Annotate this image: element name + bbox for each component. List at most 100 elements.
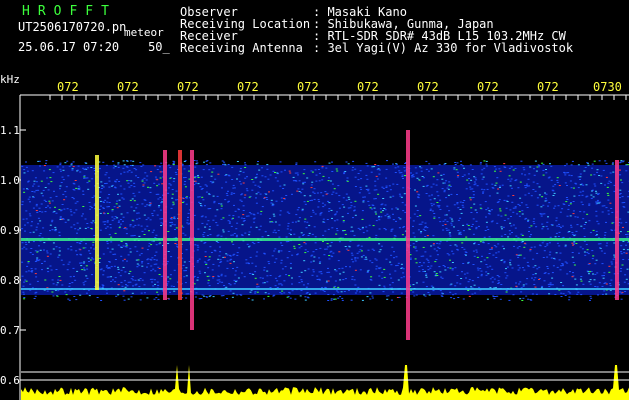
noise-dot bbox=[386, 160, 388, 162]
noise-dot bbox=[559, 269, 562, 271]
noise-dot bbox=[491, 276, 494, 278]
noise-dot bbox=[521, 210, 524, 212]
noise-dot bbox=[321, 165, 324, 167]
noise-dot bbox=[380, 211, 383, 213]
noise-dot bbox=[122, 167, 125, 169]
noise-dot bbox=[357, 179, 360, 181]
noise-dot bbox=[272, 213, 275, 215]
noise-dot bbox=[76, 242, 79, 244]
noise-dot bbox=[564, 165, 567, 167]
noise-dot bbox=[580, 276, 583, 277]
noise-dot bbox=[373, 207, 376, 209]
noise-dot bbox=[196, 261, 199, 263]
noise-dot bbox=[129, 270, 132, 272]
noise-dot bbox=[517, 187, 520, 189]
noise-dot bbox=[459, 201, 462, 203]
noise-dot bbox=[415, 240, 418, 242]
noise-dot bbox=[91, 257, 93, 259]
noise-dot bbox=[39, 165, 41, 167]
noise-dot bbox=[420, 231, 423, 233]
noise-dot bbox=[442, 173, 445, 175]
noise-dot bbox=[304, 249, 307, 251]
noise-dot bbox=[583, 236, 586, 238]
noise-dot bbox=[197, 177, 200, 178]
noise-dot bbox=[290, 267, 292, 269]
noise-dot bbox=[454, 162, 457, 163]
noise-dot bbox=[39, 249, 42, 251]
noise-dot bbox=[307, 283, 310, 285]
noise-dot bbox=[32, 207, 35, 209]
noise-dot bbox=[395, 163, 398, 165]
noise-dot bbox=[535, 226, 538, 228]
noise-dot bbox=[450, 193, 453, 195]
noise-dot bbox=[209, 162, 212, 164]
noise-dot bbox=[510, 225, 513, 227]
noise-dot bbox=[134, 224, 137, 226]
noise-dot bbox=[342, 279, 345, 281]
noise-dot bbox=[361, 299, 364, 301]
noise-dot bbox=[114, 181, 117, 183]
noise-dot bbox=[360, 188, 363, 190]
noise-dot bbox=[324, 204, 327, 206]
noise-dot bbox=[334, 285, 337, 287]
noise-dot bbox=[595, 210, 598, 212]
noise-dot bbox=[530, 225, 533, 227]
noise-dot bbox=[170, 217, 173, 219]
noise-dot bbox=[154, 283, 156, 285]
noise-dot bbox=[280, 250, 283, 252]
noise-dot bbox=[207, 267, 210, 269]
noise-dot bbox=[400, 196, 403, 198]
noise-dot bbox=[295, 163, 298, 165]
noise-dot bbox=[338, 195, 341, 197]
noise-dot bbox=[29, 201, 31, 203]
signal-spectrum bbox=[21, 365, 629, 400]
noise-dot bbox=[503, 262, 506, 264]
noise-dot bbox=[337, 291, 340, 293]
noise-dot bbox=[52, 295, 55, 297]
noise-dot bbox=[130, 235, 133, 237]
noise-dot bbox=[153, 298, 156, 300]
noise-dot bbox=[219, 246, 221, 248]
noise-dot bbox=[169, 167, 172, 169]
noise-dot bbox=[129, 225, 132, 227]
noise-dot bbox=[235, 228, 238, 230]
noise-dot bbox=[587, 164, 590, 166]
noise-dot bbox=[533, 279, 536, 281]
noise-dot bbox=[77, 185, 80, 187]
noise-dot bbox=[301, 281, 303, 283]
noise-dot bbox=[135, 207, 138, 209]
noise-dot bbox=[433, 248, 436, 250]
noise-dot bbox=[235, 236, 238, 238]
noise-dot bbox=[626, 268, 629, 270]
noise-dot bbox=[245, 215, 248, 217]
noise-dot bbox=[287, 222, 290, 224]
noise-dot bbox=[354, 176, 357, 178]
noise-dot bbox=[181, 202, 184, 203]
noise-dot bbox=[92, 244, 94, 246]
noise-dot bbox=[388, 215, 391, 217]
noise-dot bbox=[27, 181, 29, 183]
noise-dot bbox=[550, 257, 553, 259]
noise-dot bbox=[566, 262, 569, 264]
noise-dot bbox=[37, 223, 40, 225]
noise-dot bbox=[359, 229, 362, 231]
noise-dot bbox=[303, 242, 306, 244]
noise-dot bbox=[73, 224, 76, 226]
noise-dot bbox=[377, 217, 380, 219]
noise-dot bbox=[465, 236, 468, 238]
noise-dot bbox=[212, 219, 215, 221]
noise-dot bbox=[497, 243, 500, 245]
noise-dot bbox=[495, 182, 498, 184]
noise-dot bbox=[70, 246, 73, 248]
noise-dot bbox=[479, 204, 482, 206]
noise-dot bbox=[548, 242, 551, 244]
noise-dot bbox=[150, 270, 153, 272]
noise-dot bbox=[591, 163, 594, 165]
noise-dot bbox=[300, 279, 303, 281]
noise-dot bbox=[259, 277, 262, 279]
noise-dot bbox=[346, 180, 349, 182]
noise-dot bbox=[157, 183, 160, 185]
noise-dot bbox=[226, 267, 229, 269]
noise-dot bbox=[58, 254, 61, 256]
noise-dot bbox=[538, 244, 541, 246]
